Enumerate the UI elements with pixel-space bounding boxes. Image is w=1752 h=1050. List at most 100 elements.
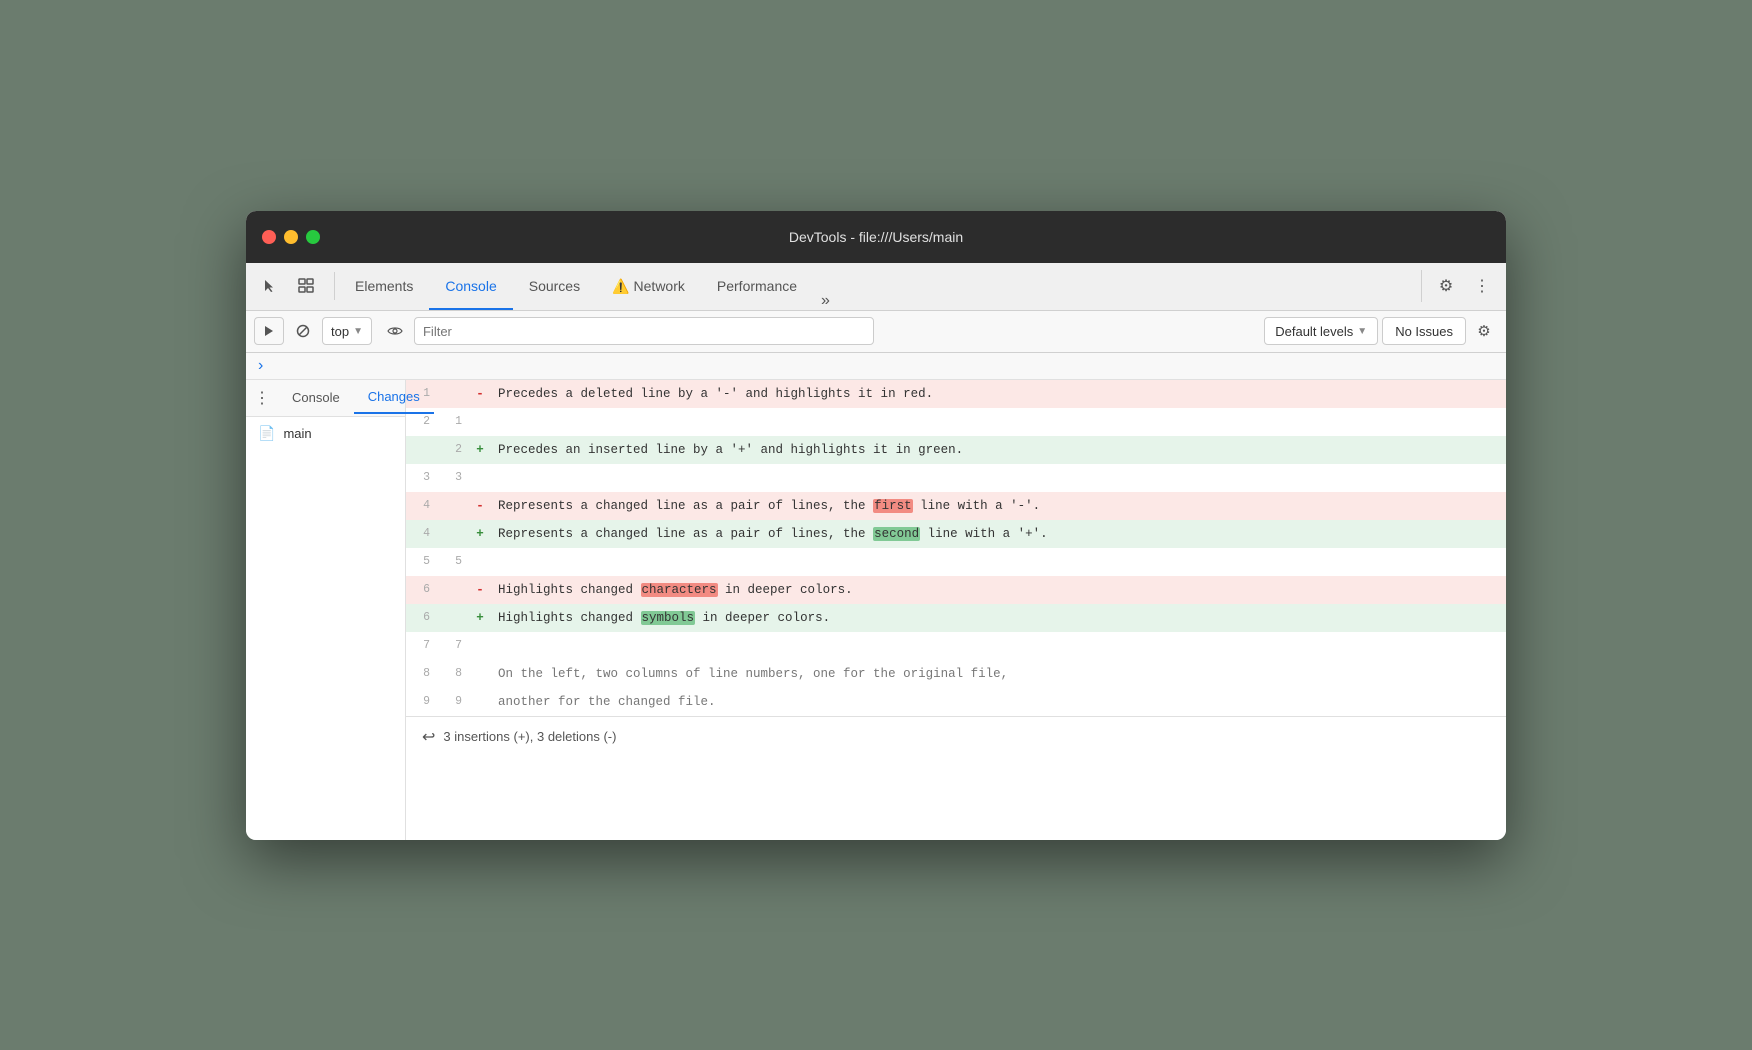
play-button[interactable]	[254, 317, 284, 345]
inspect-icon[interactable]	[290, 270, 322, 302]
tab-network[interactable]: ⚠️ Network	[596, 263, 701, 310]
line-num-new	[438, 576, 470, 604]
line-num-orig: 4	[406, 492, 438, 520]
diff-content: Precedes an inserted line by a '+' and h…	[490, 436, 1506, 464]
diff-marker: +	[470, 436, 490, 464]
line-num-orig	[406, 436, 438, 464]
highlight-ins: second	[873, 527, 920, 541]
settings-icon[interactable]: ⚙	[1430, 270, 1462, 302]
table-row: 5 5	[406, 548, 1506, 576]
diff-content	[490, 548, 1506, 576]
diff-marker: +	[470, 604, 490, 632]
top-context-dropdown[interactable]: top ▼	[322, 317, 372, 345]
tab-performance[interactable]: Performance	[701, 263, 813, 310]
highlight-del: characters	[641, 583, 718, 597]
tab-console[interactable]: Console	[429, 263, 512, 310]
tab-changes-panel[interactable]: Changes	[354, 381, 434, 414]
line-num-orig: 4	[406, 520, 438, 548]
undo-icon[interactable]: ↩	[422, 727, 435, 747]
line-num-orig: 3	[406, 464, 438, 492]
diff-marker	[470, 632, 490, 660]
line-num-orig: 6	[406, 576, 438, 604]
diff-content: Highlights changed characters in deeper …	[490, 576, 1506, 604]
window-title: DevTools - file:///Users/main	[789, 229, 963, 245]
table-row: 8 8 On the left, two columns of line num…	[406, 660, 1506, 688]
cursor-icon[interactable]	[254, 270, 286, 302]
panel-more-icon[interactable]: ⋮	[246, 380, 278, 416]
highlight-ins: symbols	[641, 611, 696, 625]
diff-marker: -	[470, 576, 490, 604]
console-arrow-indicator: ›	[246, 353, 1506, 380]
more-options-icon[interactable]: ⋮	[1466, 270, 1498, 302]
divider	[334, 272, 335, 300]
line-num-orig: 6	[406, 604, 438, 632]
line-num-new	[438, 492, 470, 520]
diff-content: Highlights changed symbols in deeper col…	[490, 604, 1506, 632]
highlight-del: first	[873, 499, 913, 513]
toolbar-right: ⚙ ⋮	[1421, 270, 1498, 302]
table-row: 4 - Represents a changed line as a pair …	[406, 492, 1506, 520]
minimize-button[interactable]	[284, 230, 298, 244]
table-row: 3 3	[406, 464, 1506, 492]
diff-content: On the left, two columns of line numbers…	[490, 660, 1506, 688]
close-button[interactable]	[262, 230, 276, 244]
table-row: 9 9 another for the changed file.	[406, 688, 1506, 716]
diff-marker	[470, 548, 490, 576]
warning-icon: ⚠️	[612, 278, 629, 295]
line-num-new: 2	[438, 436, 470, 464]
diff-content: Represents a changed line as a pair of l…	[490, 520, 1506, 548]
diff-content: Represents a changed line as a pair of l…	[490, 492, 1506, 520]
file-icon: 📄	[258, 425, 275, 442]
traffic-lights	[262, 230, 320, 244]
eye-icon[interactable]	[380, 317, 410, 345]
table-row: 2 + Precedes an inserted line by a '+' a…	[406, 436, 1506, 464]
line-num-new: 9	[438, 688, 470, 716]
tab-console-panel[interactable]: Console	[278, 382, 354, 413]
devtools-window: DevTools - file:///Users/main	[246, 211, 1506, 840]
sidebar-tabs-row: ⋮ Console Changes ×	[246, 380, 405, 417]
diff-marker	[470, 408, 490, 436]
filter-input[interactable]	[414, 317, 874, 345]
more-tabs-button[interactable]: »	[813, 292, 838, 310]
table-row: 6 - Highlights changed characters in dee…	[406, 576, 1506, 604]
diff-content	[490, 464, 1506, 492]
line-num-orig: 7	[406, 632, 438, 660]
main-tabs: Elements Console Sources ⚠️ Network Perf…	[339, 263, 1413, 310]
no-issues-button[interactable]: No Issues	[1382, 317, 1466, 345]
sidebar-item-main[interactable]: 📄 main	[246, 417, 405, 450]
line-num-new: 3	[438, 464, 470, 492]
diff-table: 1 - Precedes a deleted line by a '-' and…	[406, 380, 1506, 716]
console-toolbar: top ▼ Default levels ▼ No Issues ⚙	[246, 311, 1506, 353]
line-num-new	[438, 520, 470, 548]
diff-footer: ↩ 3 insertions (+), 3 deletions (-)	[406, 716, 1506, 757]
table-row: 4 + Represents a changed line as a pair …	[406, 520, 1506, 548]
title-bar: DevTools - file:///Users/main	[246, 211, 1506, 263]
line-num-new: 5	[438, 548, 470, 576]
tab-elements[interactable]: Elements	[339, 263, 429, 310]
main-content: ⋮ Console Changes × 📄 main	[246, 380, 1506, 840]
table-row: 6 + Highlights changed symbols in deeper…	[406, 604, 1506, 632]
block-icon[interactable]	[288, 317, 318, 345]
diff-marker	[470, 660, 490, 688]
toolbar-icons	[254, 270, 322, 302]
line-num-new: 8	[438, 660, 470, 688]
diff-marker: +	[470, 520, 490, 548]
diff-marker	[470, 688, 490, 716]
tab-sources[interactable]: Sources	[513, 263, 596, 310]
diff-marker: -	[470, 380, 490, 408]
line-num-new	[438, 380, 470, 408]
line-num-new: 1	[438, 408, 470, 436]
line-num-orig: 8	[406, 660, 438, 688]
default-levels-dropdown[interactable]: Default levels ▼	[1264, 317, 1378, 345]
diff-summary: 3 insertions (+), 3 deletions (-)	[443, 729, 616, 744]
diff-content: another for the changed file.	[490, 688, 1506, 716]
diff-area: 1 - Precedes a deleted line by a '-' and…	[406, 380, 1506, 840]
sidebar-panel: ⋮ Console Changes × 📄 main	[246, 380, 406, 840]
top-toolbar: Elements Console Sources ⚠️ Network Perf…	[246, 263, 1506, 311]
line-num-new	[438, 604, 470, 632]
table-row: 2 1	[406, 408, 1506, 436]
console-settings-icon[interactable]: ⚙	[1470, 317, 1498, 345]
maximize-button[interactable]	[306, 230, 320, 244]
diff-content: Precedes a deleted line by a '-' and hig…	[490, 380, 1506, 408]
line-num-orig: 5	[406, 548, 438, 576]
